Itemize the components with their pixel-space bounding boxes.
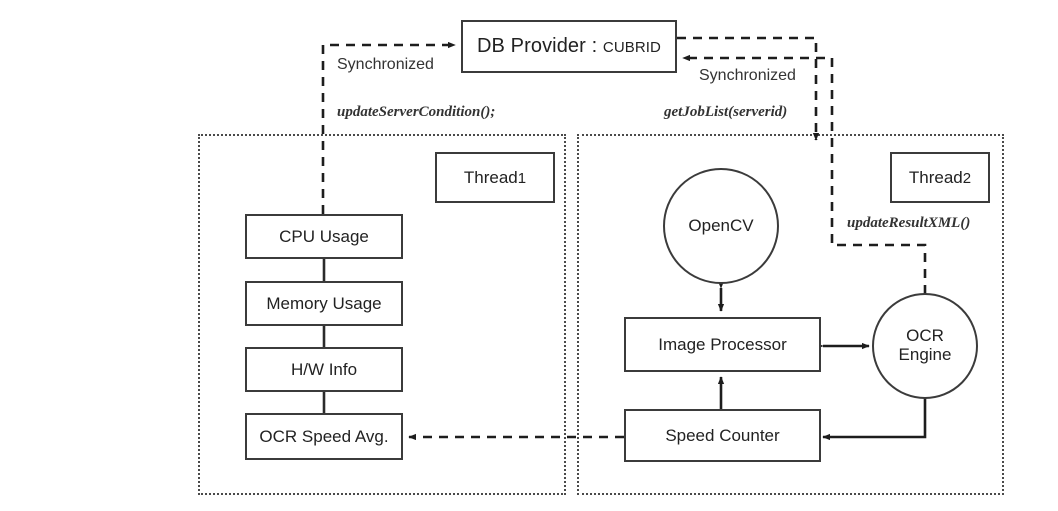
thread2-label: Thread2 [908, 167, 972, 187]
cpu-usage-node[interactable]: CPU Usage [245, 214, 403, 259]
image-processor-node[interactable]: Image Processor [624, 317, 821, 372]
thread1-badge: Thread1 [435, 152, 555, 203]
hw-info-node[interactable]: H/W Info [245, 347, 403, 392]
thread2-badge: Thread2 [890, 152, 990, 203]
diagram-canvas: DB Provider : CUBRID Thread1 Thread2 CPU… [0, 0, 1058, 511]
ocr-speed-avg-node[interactable]: OCR Speed Avg. [245, 413, 403, 460]
ocr-engine-label: OCR Engine [898, 326, 952, 364]
get-job-list-wire [677, 36, 820, 141]
synchronized-right-label: Synchronized [699, 67, 796, 84]
db-provider-label: DB Provider : CUBRID [477, 35, 661, 57]
get-job-list-label: getJobList(serverid) [664, 104, 788, 120]
memory-usage-node[interactable]: Memory Usage [245, 281, 403, 326]
synchronized-left-label: Synchronized [337, 56, 434, 73]
thread1-label: Thread1 [463, 167, 527, 187]
update-result-xml-label: updateResultXML() [847, 215, 971, 231]
update-server-condition-label: updateServerCondition(); [337, 104, 496, 120]
opencv-node[interactable]: OpenCV [663, 168, 779, 284]
db-provider-node[interactable]: DB Provider : CUBRID [461, 20, 677, 73]
ocr-engine-node[interactable]: OCR Engine [872, 293, 978, 399]
speed-counter-node[interactable]: Speed Counter [624, 409, 821, 462]
